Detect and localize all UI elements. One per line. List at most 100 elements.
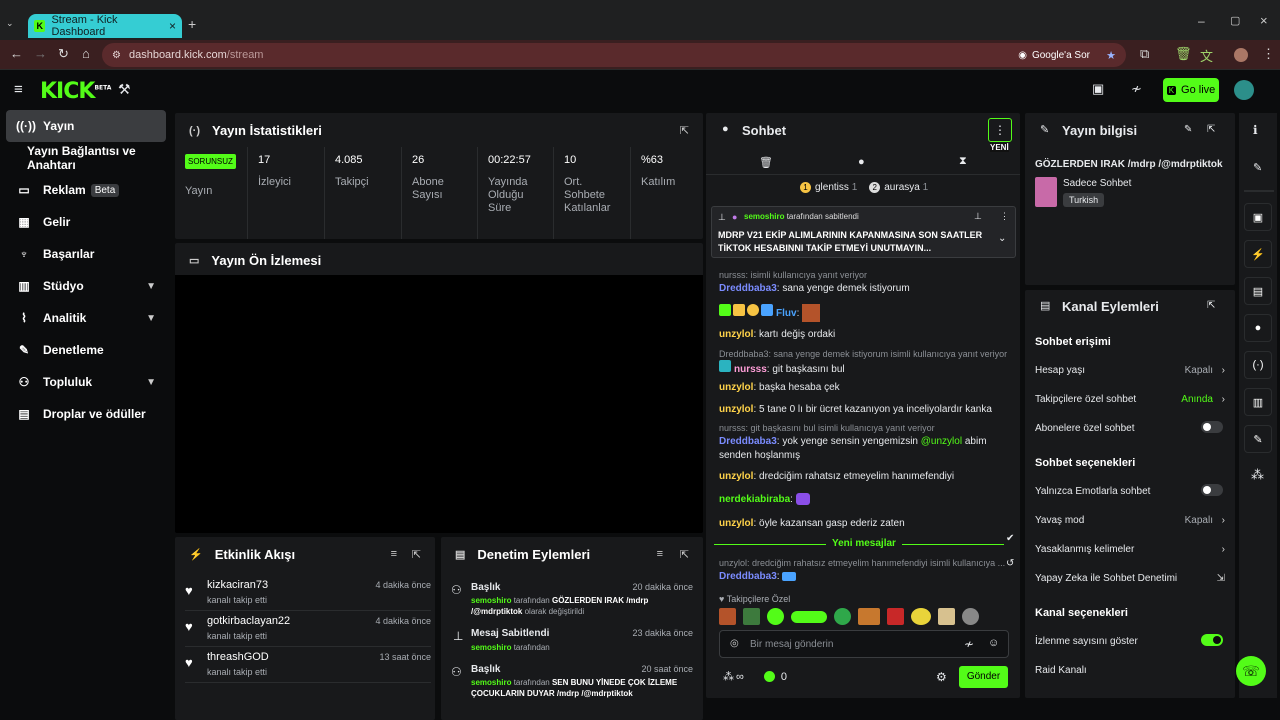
emote-icon[interactable]: ≁ (1131, 81, 1142, 97)
profile-avatar[interactable] (1234, 48, 1248, 62)
raid-row[interactable]: Raid Kanalı (1035, 665, 1225, 676)
sidebar-item-studyo[interactable]: ▥ Stüdyo ▼ (6, 270, 166, 302)
category-thumbnail[interactable] (1035, 177, 1057, 207)
emote-image[interactable] (938, 608, 955, 625)
popout-icon[interactable]: ⇱ (1207, 124, 1215, 135)
trash-icon[interactable]: 🗑 (759, 156, 773, 169)
close-tab-icon[interactable]: × (169, 19, 176, 33)
site-info-icon[interactable]: ⚙ (112, 50, 121, 61)
chat-username[interactable]: Dreddbaba3 (719, 436, 777, 447)
check-icon[interactable]: ✔ (1006, 533, 1014, 544)
chat-input[interactable]: ◎ Bir mesaj gönderin ≁ ☺ (719, 630, 1009, 658)
category-name[interactable]: Sadece Sohbet (1063, 178, 1131, 189)
gift-icon[interactable]: ▣ (1092, 81, 1104, 97)
url-input[interactable]: ⚙ dashboard.kick.com/stream ◉ Google'a So… (102, 43, 1126, 67)
emote-image[interactable] (858, 608, 880, 625)
emote-image[interactable] (767, 608, 784, 625)
sidebar-item-gelir[interactable]: ▦ Gelir (6, 206, 166, 238)
emote-image[interactable] (834, 608, 851, 625)
broadcast-icon[interactable]: (·) (1244, 351, 1272, 379)
edit-icon[interactable]: ✎ (1184, 124, 1192, 135)
sidebar-item-topluluk[interactable]: ⚇ Topluluk ▼ (6, 366, 166, 398)
sidebar-item-denetleme[interactable]: ✎ Denetleme (6, 334, 166, 366)
account-age-row[interactable]: Hesap yaşı Kapalı › (1035, 365, 1225, 376)
bolt-icon[interactable]: ⚡ (1244, 240, 1272, 268)
forward-icon[interactable]: → (34, 46, 47, 61)
emote-image[interactable] (791, 611, 827, 623)
popout-icon[interactable]: ⇱ (680, 548, 689, 561)
top-chatter-name[interactable]: aurasya (884, 182, 920, 193)
reload-icon[interactable]: ↻ (58, 46, 69, 62)
chat-bubble-icon[interactable]: ● (1244, 314, 1272, 342)
popout-icon[interactable]: ⇱ (1207, 300, 1215, 311)
sidebar-item-analitik[interactable]: ⌇ Analitik ▼ (6, 302, 166, 334)
filter-icon[interactable]: ≡ (391, 548, 397, 560)
more-apps-icon[interactable]: ⁂ (1251, 467, 1264, 483)
pinned-user[interactable]: semoshiro (744, 212, 784, 221)
emote-image[interactable] (719, 608, 736, 625)
history-icon[interactable]: ↺ (1006, 558, 1014, 569)
chat-username[interactable]: unzylol (719, 329, 753, 340)
hamburger-menu-icon[interactable]: ≡ (14, 81, 23, 98)
event-user[interactable]: threashGOD (207, 651, 269, 663)
capture-icon[interactable]: ▣ (1244, 203, 1272, 231)
go-live-button[interactable]: K Go live (1163, 78, 1219, 102)
popout-icon[interactable]: ⇱ (680, 124, 689, 137)
emote-image[interactable] (887, 608, 904, 625)
send-button[interactable]: Gönder (959, 666, 1008, 688)
unpin-icon[interactable]: ⊥ (974, 211, 982, 222)
support-chat-icon[interactable]: ☏ (1236, 656, 1266, 686)
popout-icon[interactable]: ⇱ (412, 548, 421, 561)
sidebar-item-reklam[interactable]: ▭ Reklam Beta (6, 174, 166, 206)
viewcount-toggle[interactable] (1201, 634, 1223, 646)
chat-username[interactable]: Dreddbaba3 (719, 283, 777, 294)
browser-tab[interactable]: K Stream - Kick Dashboard × (28, 14, 182, 38)
chat-menu-icon[interactable]: ⋮ (988, 118, 1012, 142)
chat-mention[interactable]: @unzylol (921, 436, 962, 447)
chat-username[interactable]: nursss (734, 364, 767, 375)
top-chatter-name[interactable]: glentiss (815, 182, 849, 193)
minimize-icon[interactable]: – (1198, 14, 1205, 28)
back-icon[interactable]: ← (10, 46, 23, 61)
chat-username[interactable]: unzylol (719, 518, 753, 529)
wrench-icon[interactable]: ✎ (1244, 425, 1272, 453)
info-icon[interactable]: ℹ (1253, 123, 1258, 137)
edit-icon[interactable]: ✎ (1253, 161, 1262, 174)
close-window-icon[interactable]: × (1260, 13, 1268, 28)
emote-image[interactable] (743, 608, 760, 625)
kick-points-icon[interactable] (763, 671, 775, 682)
user-avatar[interactable] (1234, 80, 1254, 100)
document-icon[interactable]: ▤ (1244, 277, 1272, 305)
bookmark-star-icon[interactable]: ★ (1106, 49, 1116, 62)
actions-icon[interactable]: ▥ (1244, 388, 1272, 416)
chevron-down-icon[interactable]: ⌄ (998, 233, 1006, 244)
emote-image[interactable] (962, 608, 979, 625)
kick-logo[interactable]: KICKBETA (40, 79, 111, 104)
tab-list-icon[interactable]: ⌄ (6, 18, 14, 29)
chat-username[interactable]: Fluv (776, 308, 797, 319)
tools-icon[interactable]: ⚒ (118, 81, 131, 98)
event-user[interactable]: kizkaciran73 (207, 579, 268, 591)
chat-username[interactable]: unzylol (719, 404, 753, 415)
followers-only-row[interactable]: Takipçilere özel sohbet Anında › (1035, 394, 1225, 405)
chat-username[interactable]: nerdekiabiraba (719, 494, 790, 505)
more-icon[interactable]: ⋮ (1000, 211, 1009, 222)
chat-username[interactable]: Dreddbaba3 (719, 571, 777, 582)
chat-bubble-icon[interactable]: ● (858, 156, 865, 168)
browser-menu-icon[interactable]: ⋮ (1262, 46, 1275, 62)
google-ask-button[interactable]: ◉ Google'a Sor (1018, 50, 1090, 61)
settings-gear-icon[interactable]: ⚙ (936, 670, 947, 684)
action-user[interactable]: semoshiro (471, 678, 511, 687)
translate-icon[interactable]: 文 (1200, 46, 1213, 65)
hourglass-icon[interactable]: ⧗ (959, 155, 967, 168)
sidebar-item-basarilar[interactable]: ♆ Başarılar (6, 238, 166, 270)
new-tab-button[interactable]: + (188, 16, 196, 32)
chat-username[interactable]: unzylol (719, 471, 753, 482)
extension-trash-icon[interactable]: 🗑 (1175, 46, 1192, 62)
action-user[interactable]: semoshiro (471, 643, 511, 652)
slow-mode-row[interactable]: Yavaş mod Kapalı › (1035, 515, 1225, 526)
chat-username[interactable]: unzylol (719, 382, 753, 393)
action-user[interactable]: semoshiro (471, 596, 511, 605)
smiley-icon[interactable]: ☺ (988, 637, 999, 649)
emote-image[interactable] (911, 608, 931, 625)
